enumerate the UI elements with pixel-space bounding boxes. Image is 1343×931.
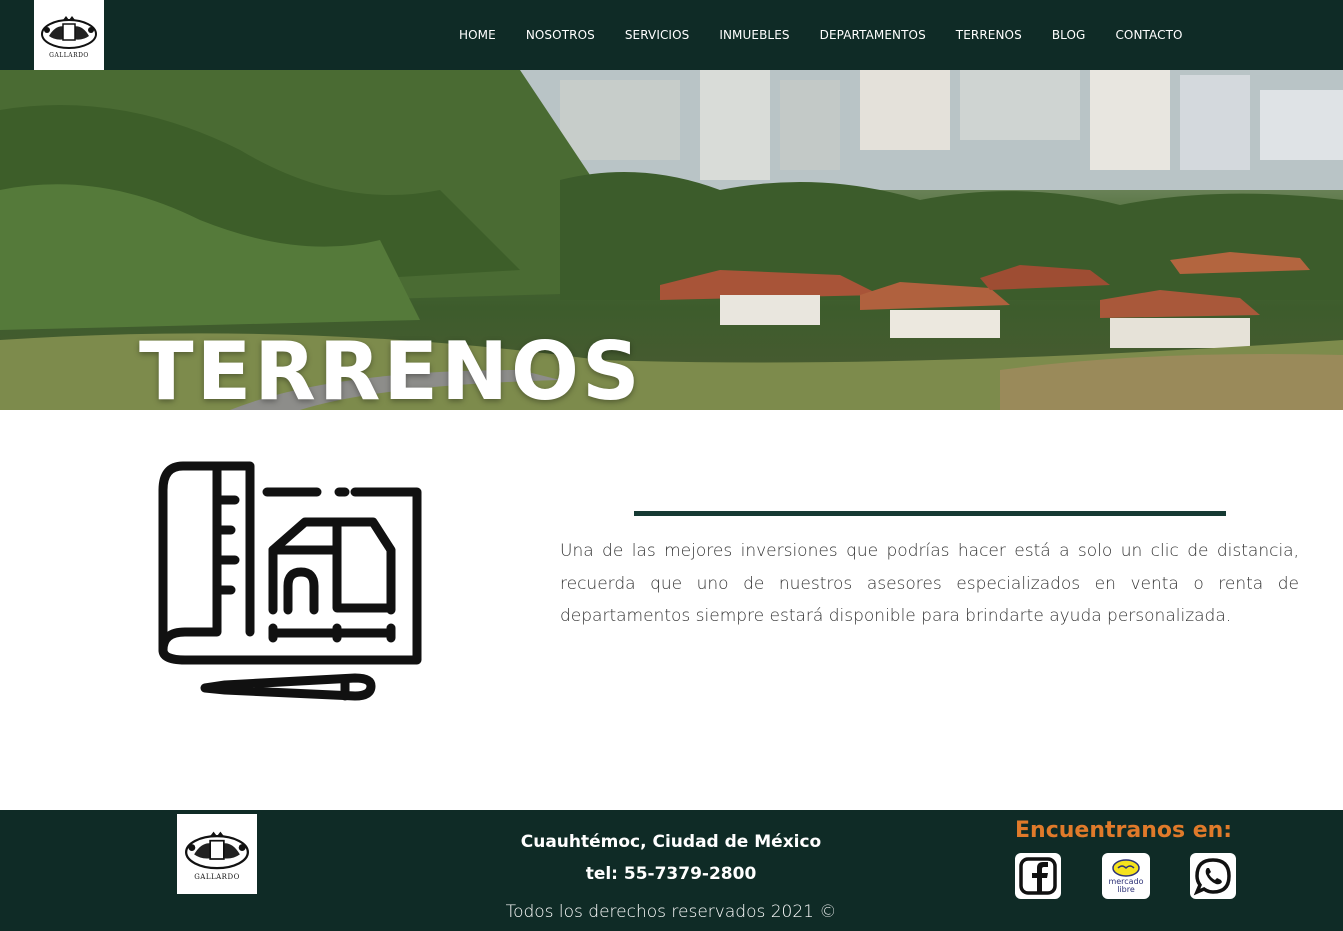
site-footer: GALLARDO Cuauhtémoc, Ciudad de México te… [0,810,1343,931]
nav-item-nosotros[interactable]: NOSOTROS [526,28,595,42]
top-navbar: GALLARDO HOME NOSOTROS SERVICIOS INMUEBL… [0,0,1343,70]
nav-item-inmuebles[interactable]: INMUEBLES [719,28,789,42]
blueprint-house-icon [155,460,425,702]
section-divider [634,511,1226,516]
nav-item-home[interactable]: HOME [459,28,496,42]
site-logo[interactable]: GALLARDO [34,0,104,70]
whatsapp-link[interactable] [1190,853,1236,899]
hero-title: TERRENOS [139,325,643,411]
crest-icon [185,831,249,870]
find-us-heading: Encuentranos en: [1015,818,1233,843]
mercado-libre-link[interactable]: mercado libre [1102,853,1150,899]
footer-logo[interactable]: GALLARDO [177,814,257,894]
nav-item-contacto[interactable]: CONTACTO [1115,28,1182,42]
nav-item-blog[interactable]: BLOG [1052,28,1086,42]
hero-banner: TERRENOS [0,70,1343,410]
crest-icon [41,15,97,49]
footer-contact: Cuauhtémoc, Ciudad de México tel: 55-737… [421,826,921,890]
nav-item-terrenos[interactable]: TERRENOS [956,28,1022,42]
footer-logo-text: GALLARDO [194,873,240,881]
mercado-libre-icon: mercado libre [1108,859,1144,894]
footer-address-line: Cuauhtémoc, Ciudad de México [520,832,822,852]
whatsapp-icon [1193,858,1231,896]
logo-text: GALLARDO [49,51,89,59]
main-nav: HOME NOSOTROS SERVICIOS INMUEBLES DEPART… [459,0,1183,70]
nav-item-departamentos[interactable]: DEPARTAMENTOS [820,28,926,42]
footer-copyright: Todos los derechos reservados 2021 © [505,902,837,922]
mercado-libre-text-2: libre [1117,885,1135,894]
nav-item-servicios[interactable]: SERVICIOS [625,28,690,42]
terrenos-description: Una de las mejores inversiones que podrí… [560,541,1299,626]
footer-phone[interactable]: tel: 55-7379-2800 [421,858,921,890]
facebook-icon [1019,857,1057,895]
facebook-link[interactable] [1015,853,1061,899]
